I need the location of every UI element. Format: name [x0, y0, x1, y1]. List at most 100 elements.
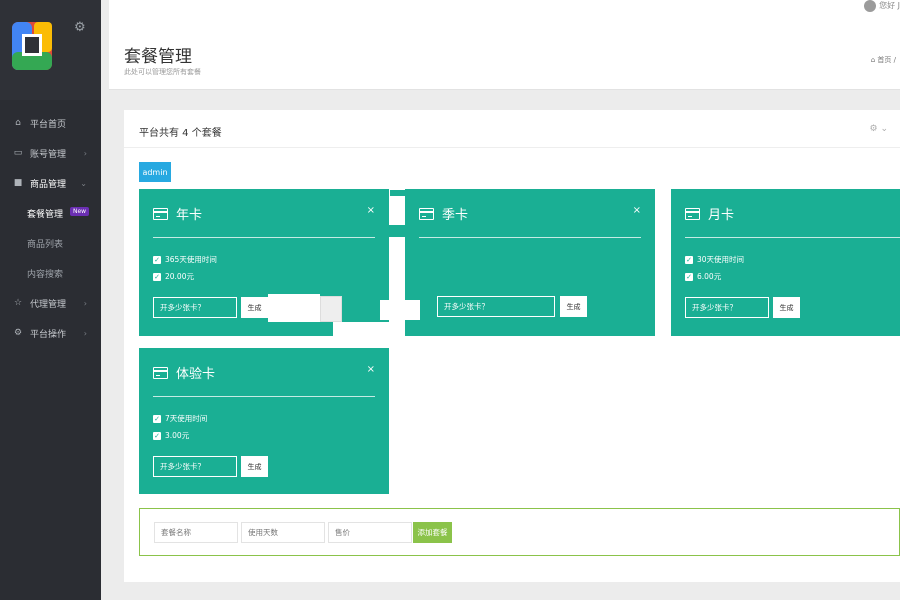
- sidebar-item-label: 商品管理: [30, 179, 67, 190]
- package-name-input[interactable]: [154, 522, 238, 543]
- feature-item: ✓ 3.00元: [153, 430, 189, 441]
- settings-gear-icon[interactable]: ⚙: [74, 20, 86, 35]
- new-badge: New: [70, 207, 90, 216]
- breadcrumb[interactable]: ⌂ 首页 /: [871, 55, 896, 65]
- credit-card-icon: [153, 207, 168, 220]
- add-package-form: 添加套餐: [139, 508, 900, 556]
- generate-button[interactable]: 生成: [241, 297, 268, 318]
- star-icon: ☆: [13, 298, 23, 308]
- feature-item: ✓ 7天使用时间: [153, 413, 207, 424]
- sidebar-item-accounts[interactable]: ▭ 账号管理 ›: [0, 138, 101, 168]
- generate-button[interactable]: 生成: [241, 456, 268, 477]
- package-card-annual: 年卡 × ✓ 365天使用时间 ✓ 20.00元 生成: [139, 189, 389, 336]
- package-card-monthly: 月卡 ✓ 30天使用时间 ✓ 6.00元 生成: [671, 189, 900, 336]
- feature-label: 20.00元: [165, 272, 194, 281]
- feature-item: ✓ 30天使用时间: [685, 254, 744, 265]
- divider: [153, 237, 375, 238]
- sidebar-item-agents[interactable]: ☆ 代理管理 ›: [0, 288, 101, 318]
- user-name[interactable]: 您好 J: [879, 0, 900, 11]
- breadcrumb-home[interactable]: 首页 /: [877, 56, 896, 64]
- check-icon: ✓: [685, 272, 693, 281]
- sidebar-item-label: 平台首页: [30, 119, 67, 130]
- card-header: 月卡: [685, 204, 734, 223]
- feature-item: ✓ 20.00元: [153, 271, 194, 282]
- avatar[interactable]: [864, 0, 876, 12]
- sidebar-subitem-label: 套餐管理: [27, 209, 64, 220]
- card-title: 季卡: [442, 208, 469, 223]
- close-icon[interactable]: ×: [367, 364, 375, 375]
- credit-card-icon: [685, 207, 700, 220]
- card-header: 季卡: [419, 204, 468, 223]
- monitor-icon: ▭: [13, 148, 23, 158]
- card-quantity-input[interactable]: [437, 296, 555, 317]
- close-icon[interactable]: ×: [367, 205, 375, 216]
- render-artifact: [268, 294, 320, 322]
- sidebar-item-products[interactable]: ■ 商品管理 ⌄: [0, 168, 101, 198]
- sidebar-subitem-packages[interactable]: 套餐管理 New: [0, 198, 101, 228]
- sidebar-nav: ⌂ 平台首页 ▭ 账号管理 › ■ 商品管理 ⌄ 套餐管理 New 商品列表 内…: [0, 108, 101, 348]
- render-artifact: [390, 190, 420, 196]
- home-icon: ⌂: [15, 118, 21, 128]
- card-quantity-input[interactable]: [153, 297, 237, 318]
- sidebar-item-label: 代理管理: [30, 299, 67, 310]
- check-icon: ✓: [153, 255, 161, 264]
- credit-card-icon: [153, 366, 168, 379]
- generate-button[interactable]: 生成: [560, 296, 587, 317]
- render-artifact: [389, 189, 405, 299]
- feature-label: 30天使用时间: [697, 255, 745, 264]
- feature-label: 3.00元: [165, 431, 190, 440]
- usage-days-input[interactable]: [241, 522, 325, 543]
- list-icon: ■: [13, 178, 23, 188]
- sidebar-brand: ⚙: [0, 0, 101, 100]
- sidebar-subitem-product-list[interactable]: 商品列表: [0, 228, 101, 258]
- panel-title: 平台共有 4 个套餐: [139, 128, 222, 139]
- panel-header: 平台共有 4 个套餐 ⚙ ⌄: [124, 110, 900, 148]
- sidebar-subitem-label: 内容搜索: [27, 269, 64, 280]
- chevron-right-icon: ›: [83, 148, 87, 158]
- sidebar-subitem-label: 商品列表: [27, 239, 64, 250]
- feature-label: 365天使用时间: [165, 255, 217, 264]
- chevron-right-icon: ›: [83, 298, 87, 308]
- feature-label: 6.00元: [697, 272, 722, 281]
- page-header: 套餐管理 此处可以管理您所有套餐 ⌂ 首页 /: [109, 30, 900, 90]
- topbar: 您好 J: [109, 0, 900, 30]
- render-artifact: [333, 322, 389, 348]
- sidebar-item-platform[interactable]: ⚙ 平台操作 ›: [0, 318, 101, 348]
- card-header: 体验卡: [153, 363, 215, 382]
- close-icon[interactable]: ×: [633, 205, 641, 216]
- owner-tag: admin: [139, 162, 171, 182]
- check-icon: ✓: [153, 431, 161, 440]
- card-title: 月卡: [708, 208, 735, 223]
- package-card-trial: 体验卡 × ✓ 7天使用时间 ✓ 3.00元 生成: [139, 348, 389, 494]
- card-title: 体验卡: [176, 367, 216, 382]
- page-title: 套餐管理: [124, 47, 192, 67]
- check-icon: ✓: [153, 414, 161, 423]
- divider: [685, 237, 900, 238]
- chevron-right-icon: ›: [83, 328, 87, 338]
- panel-settings-icon[interactable]: ⚙ ⌄: [870, 124, 888, 134]
- render-artifact: [320, 296, 342, 322]
- sidebar-item-label: 平台操作: [30, 329, 67, 340]
- cog-icon: ⚙: [13, 328, 23, 338]
- card-header: 年卡: [153, 204, 202, 223]
- add-package-button[interactable]: 添加套餐: [413, 522, 452, 543]
- chevron-down-icon: ⌄: [80, 178, 87, 188]
- card-quantity-input[interactable]: [153, 456, 237, 477]
- divider: [153, 396, 375, 397]
- divider: [419, 237, 641, 238]
- page-subtitle: 此处可以管理您所有套餐: [124, 68, 201, 76]
- card-quantity-input[interactable]: [685, 297, 769, 318]
- check-icon: ✓: [685, 255, 693, 264]
- sidebar-subitem-content-search[interactable]: 内容搜索: [0, 258, 101, 288]
- credit-card-icon: [419, 207, 434, 220]
- generate-button[interactable]: 生成: [773, 297, 800, 318]
- sidebar-item-home[interactable]: ⌂ 平台首页: [0, 108, 101, 138]
- render-artifact: [389, 225, 459, 237]
- home-icon: ⌂: [870, 56, 876, 64]
- render-artifact: [380, 300, 420, 320]
- sidebar-item-label: 账号管理: [30, 149, 67, 160]
- price-input[interactable]: [328, 522, 412, 543]
- sidebar: ⚙ ⌂ 平台首页 ▭ 账号管理 › ■ 商品管理 ⌄ 套餐管理 New 商品列表…: [0, 0, 101, 600]
- check-icon: ✓: [153, 272, 161, 281]
- app-logo: [12, 22, 52, 70]
